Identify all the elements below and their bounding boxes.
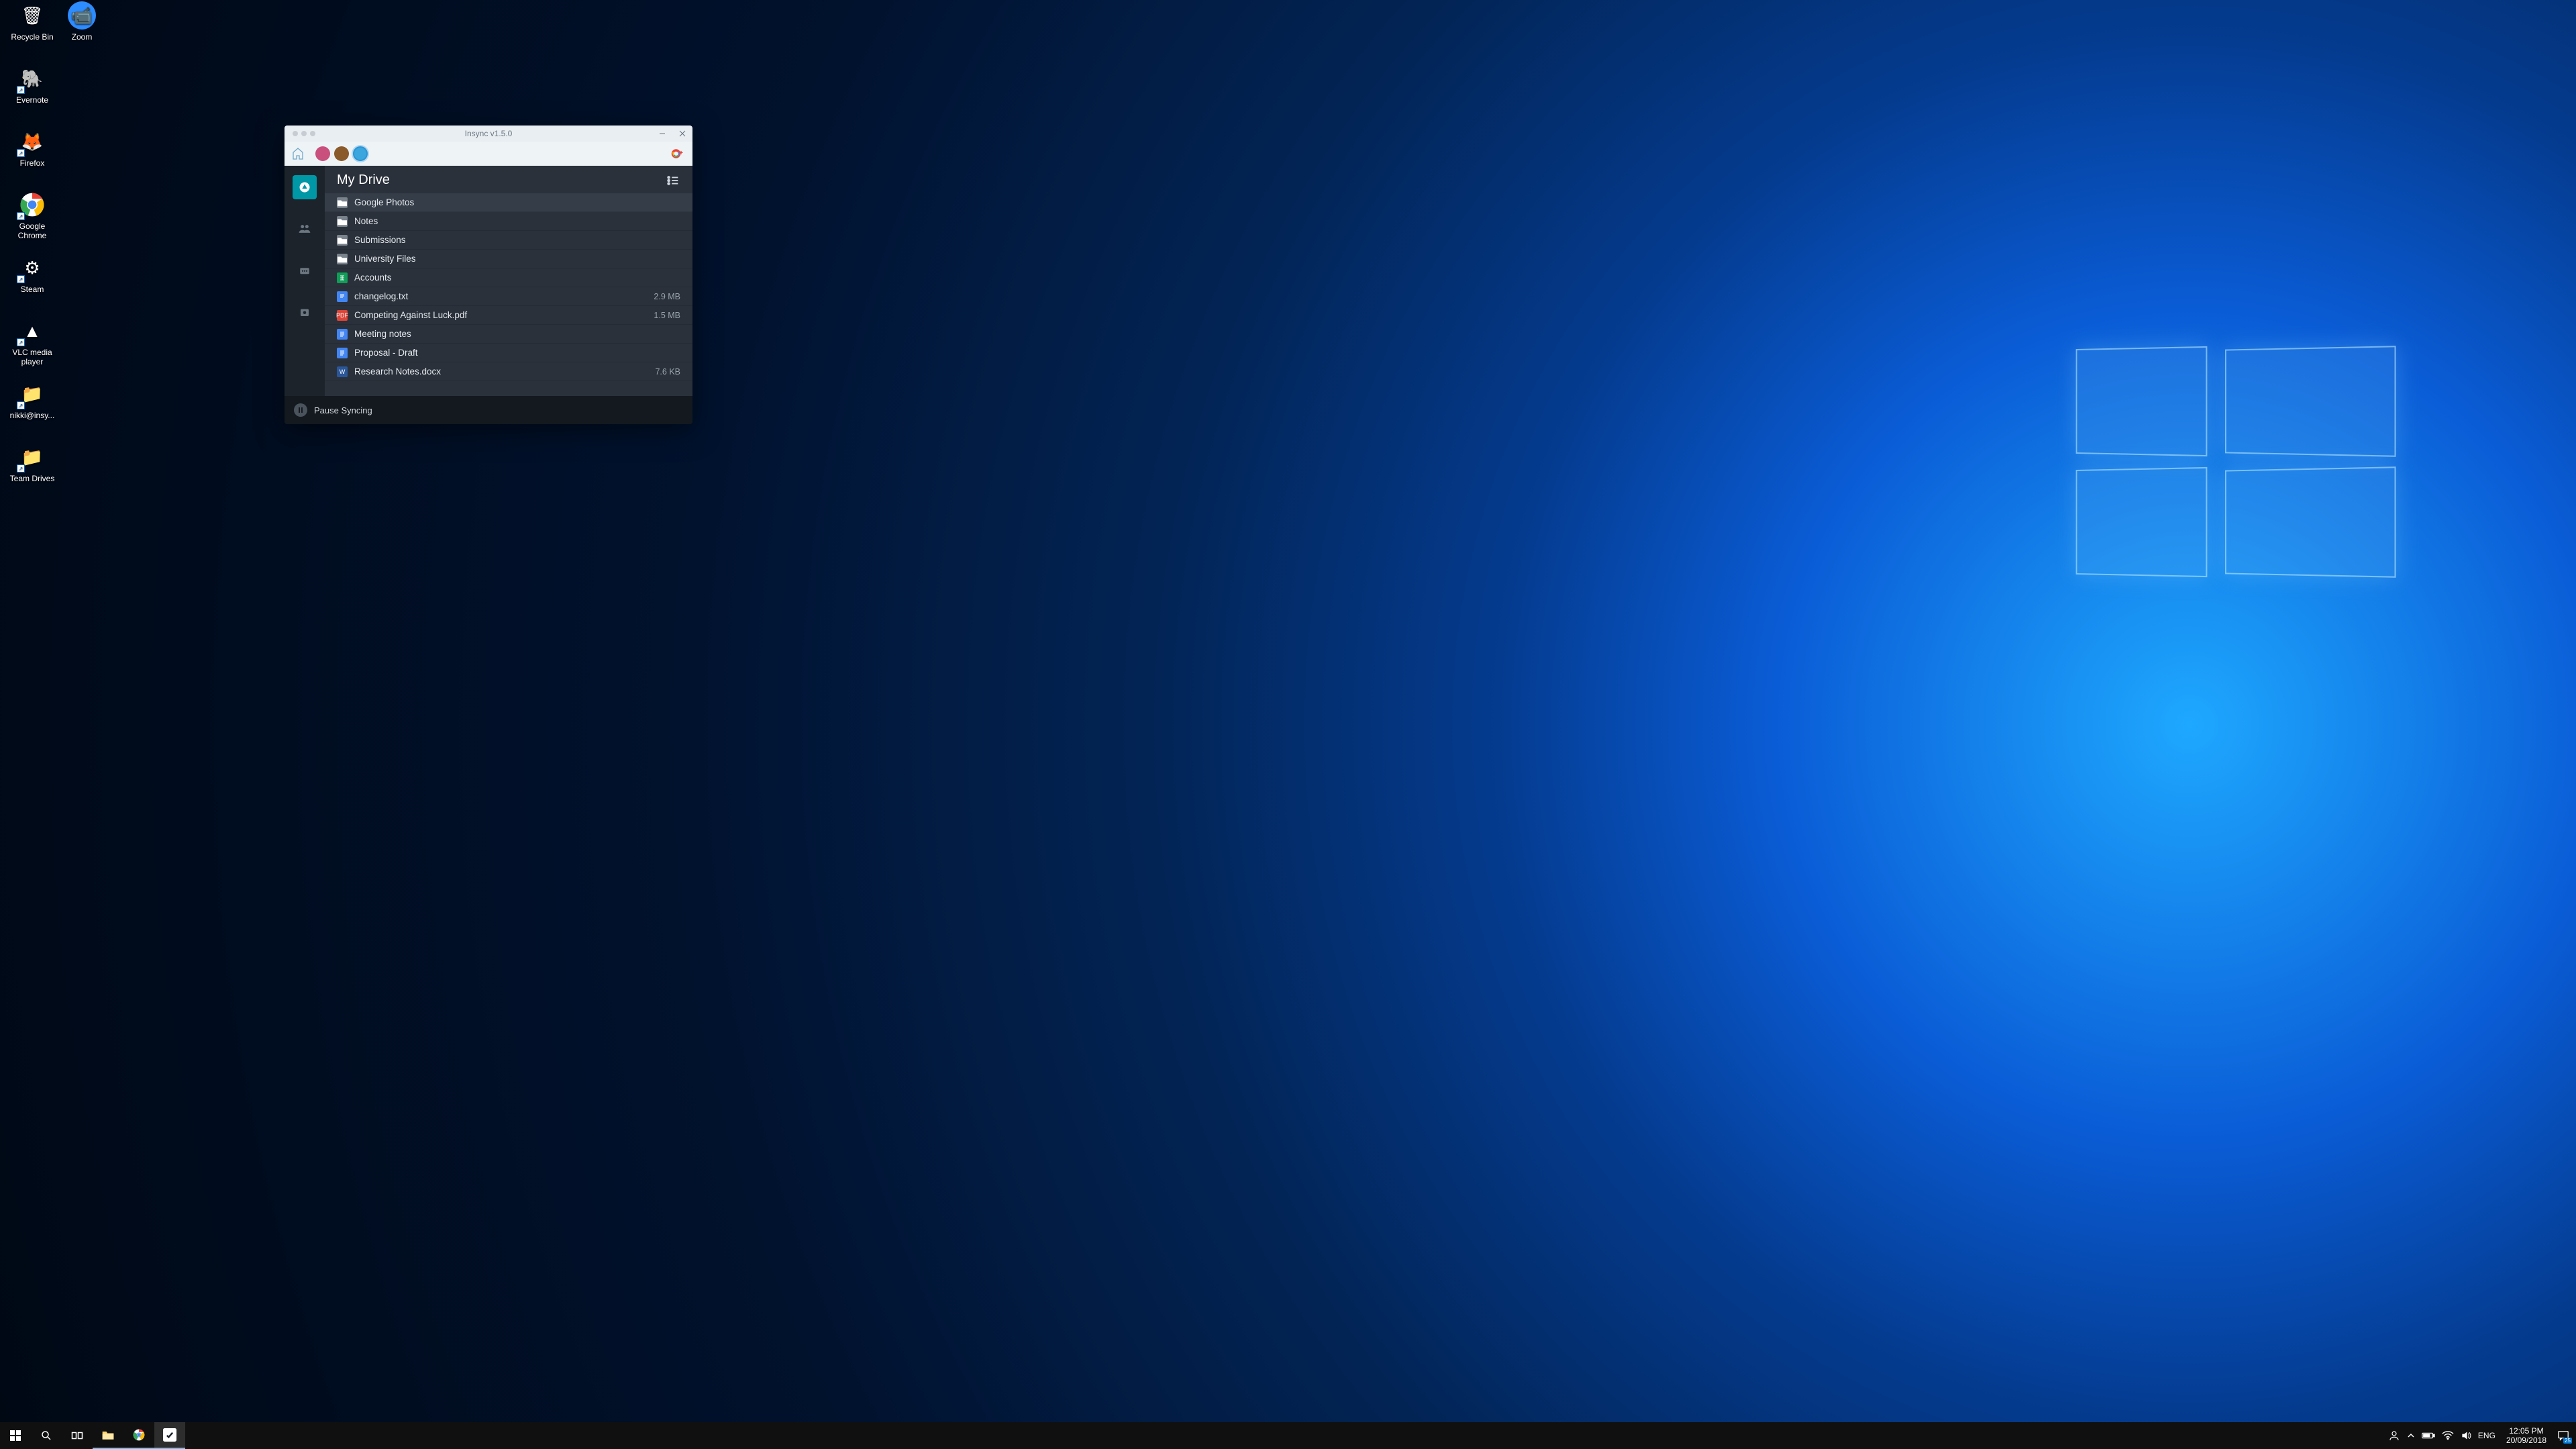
close-button[interactable] xyxy=(672,126,692,142)
file-name: Google Photos xyxy=(354,197,680,207)
insync-main: My Drive Google Photos Notes Submissions Un… xyxy=(325,166,692,396)
drive-title: My Drive xyxy=(337,172,390,188)
desktop-icon-label: Evernote xyxy=(7,95,58,105)
taskbar-chrome[interactable] xyxy=(123,1422,154,1449)
file-size: 1.5 MB xyxy=(654,311,680,320)
file-size: 7.6 KB xyxy=(655,367,680,377)
folder-icon xyxy=(337,254,348,264)
file-row[interactable]: University Files xyxy=(325,250,692,268)
file-size: 2.9 MB xyxy=(654,292,680,301)
file-row[interactable]: changelog.txt 2.9 MB xyxy=(325,287,692,306)
search-button[interactable] xyxy=(31,1422,62,1449)
battery-icon[interactable] xyxy=(2422,1432,2435,1440)
taskbar: ENG 12:05 PM 20/09/2018 25 xyxy=(0,1422,2576,1449)
file-name: Accounts xyxy=(354,272,680,283)
tray-chevron-up-icon[interactable] xyxy=(2407,1432,2415,1440)
system-tray: ENG 12:05 PM 20/09/2018 25 xyxy=(2381,1426,2576,1446)
pause-sync-button[interactable] xyxy=(294,403,307,417)
file-list: Google Photos Notes Submissions University … xyxy=(325,193,692,396)
account-avatar-acct2[interactable] xyxy=(334,146,349,161)
desktop-icon-chrome[interactable]: ↗Google Chrome xyxy=(7,191,58,241)
folder-icon xyxy=(337,216,348,227)
file-name: Proposal - Draft xyxy=(354,348,680,358)
docx-icon: W xyxy=(337,366,348,377)
sidebar-shared[interactable] xyxy=(293,217,317,241)
file-row[interactable]: Google Photos xyxy=(325,193,692,212)
file-row[interactable]: Notes xyxy=(325,212,692,231)
desktop-icon-label: Steam xyxy=(7,285,58,294)
doc-icon xyxy=(337,348,348,358)
clock-time: 12:05 PM xyxy=(2506,1426,2546,1436)
file-row[interactable]: W Research Notes.docx 7.6 KB xyxy=(325,362,692,381)
wifi-icon[interactable] xyxy=(2442,1431,2454,1440)
txt-icon xyxy=(337,291,348,302)
taskbar-clock[interactable]: 12:05 PM 20/09/2018 xyxy=(2502,1426,2551,1446)
notification-count: 25 xyxy=(2563,1438,2572,1444)
volume-icon[interactable] xyxy=(2461,1430,2471,1441)
taskbar-insync[interactable] xyxy=(154,1422,185,1449)
file-name: Research Notes.docx xyxy=(354,366,648,377)
minimize-button[interactable] xyxy=(652,126,672,142)
file-name: changelog.txt xyxy=(354,291,647,301)
desktop-icon-insync-folder[interactable]: 📁↗nikki@insy... xyxy=(7,380,58,420)
desktop-icon-label: Team Drives xyxy=(7,474,58,483)
desktop-icon-firefox[interactable]: 🦊↗Firefox xyxy=(7,128,58,168)
file-name: Competing Against Luck.pdf xyxy=(354,310,647,320)
sidebar-my-drive[interactable] xyxy=(293,175,317,199)
desktop-icon-label: Firefox xyxy=(7,158,58,168)
desktop-icon-label: VLC media player xyxy=(7,348,58,367)
view-toggle-icon[interactable] xyxy=(666,173,680,188)
folder-icon xyxy=(337,235,348,246)
insync-titlebar[interactable]: Insync v1.5.0 xyxy=(285,126,692,142)
file-name: Notes xyxy=(354,216,680,226)
desktop-icon-label: Google Chrome xyxy=(7,221,58,241)
desktop-icon-recycle-bin[interactable]: 🗑Recycle Bin xyxy=(7,1,58,42)
start-button[interactable] xyxy=(0,1422,31,1449)
account-avatar-acct1[interactable] xyxy=(315,146,330,161)
people-icon[interactable] xyxy=(2388,1430,2400,1442)
language-indicator[interactable]: ENG xyxy=(2478,1431,2495,1440)
sidebar-team-drives[interactable] xyxy=(293,258,317,283)
desktop-icon-team-drives[interactable]: 📁↗Team Drives xyxy=(7,443,58,483)
file-row[interactable]: Accounts xyxy=(325,268,692,287)
sheet-icon xyxy=(337,272,348,283)
file-row[interactable]: PDF Competing Against Luck.pdf 1.5 MB xyxy=(325,306,692,325)
sidebar-settings[interactable] xyxy=(293,300,317,324)
google-plus-icon[interactable] xyxy=(671,147,684,160)
desktop-icon-zoom[interactable]: 📹Zoom xyxy=(56,1,107,42)
desktop-icon-steam[interactable]: ⚙↗Steam xyxy=(7,254,58,294)
desktop-icon-vlc[interactable]: ▲↗VLC media player xyxy=(7,317,58,367)
traffic-lights xyxy=(285,131,315,136)
desktop-icon-label: Zoom xyxy=(56,32,107,42)
desktop-icon-label: nikki@insy... xyxy=(7,411,58,420)
insync-window: Insync v1.5.0 xyxy=(285,126,692,424)
file-name: Submissions xyxy=(354,235,680,245)
pdf-icon: PDF xyxy=(337,310,348,321)
file-row[interactable]: Proposal - Draft xyxy=(325,344,692,362)
file-row[interactable]: Submissions xyxy=(325,231,692,250)
home-icon[interactable] xyxy=(293,148,303,160)
insync-sidebar xyxy=(285,166,325,396)
task-view-button[interactable] xyxy=(62,1422,93,1449)
account-avatar-acct3[interactable] xyxy=(353,146,368,161)
doc-icon xyxy=(337,329,348,340)
clock-date: 20/09/2018 xyxy=(2506,1436,2546,1445)
file-name: University Files xyxy=(354,254,680,264)
pause-sync-label[interactable]: Pause Syncing xyxy=(314,405,372,415)
accounts-bar xyxy=(285,142,692,166)
action-center-icon[interactable]: 25 xyxy=(2557,1430,2569,1442)
insync-footer: Pause Syncing xyxy=(285,396,692,424)
file-name: Meeting notes xyxy=(354,329,680,339)
file-row[interactable]: Meeting notes xyxy=(325,325,692,344)
taskbar-file-explorer[interactable] xyxy=(93,1422,123,1449)
desktop-icon-label: Recycle Bin xyxy=(7,32,58,42)
window-title: Insync v1.5.0 xyxy=(285,129,692,138)
desktop-icon-evernote[interactable]: 🐘↗Evernote xyxy=(7,64,58,105)
folder-icon xyxy=(337,197,348,208)
